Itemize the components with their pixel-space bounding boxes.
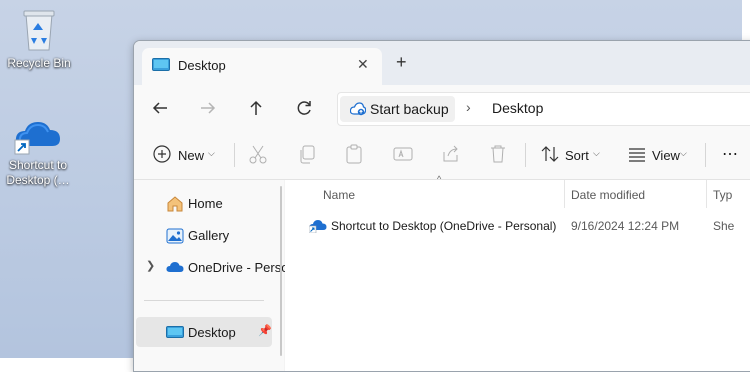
expand-chevron-icon[interactable]: ❯ [146,259,155,272]
paste-icon[interactable] [344,143,364,165]
divider [234,143,235,167]
tab-desktop[interactable]: Desktop ✕ [142,48,382,85]
navigation-pane: Home Gallery ❯ OneDrive - Perso Desktop … [134,180,288,371]
column-header-name[interactable]: Name [323,188,355,202]
sort-button[interactable]: Sort [565,148,589,163]
view-button[interactable]: View [652,148,680,163]
screenshot: Recycle Bin Shortcut to Desktop (… Deskt… [0,0,750,372]
desktop: Recycle Bin Shortcut to Desktop (… Deskt… [0,0,750,372]
sidebar-item-home[interactable]: Home [134,188,274,218]
column-divider[interactable] [564,180,565,208]
sidebar-label-home: Home [188,196,223,211]
desktop-folder-icon [152,58,170,71]
sort-chevron-down-icon[interactable]: ⌵ [593,148,600,159]
new-tab-button[interactable]: + [396,52,407,73]
recycle-bin-label: Recycle Bin [7,56,71,70]
breadcrumb-desktop[interactable]: Desktop [492,100,543,116]
file-list: ^ Name Date modified Typ Shortcut to Des… [285,174,750,371]
delete-icon[interactable] [488,143,508,165]
start-backup-button[interactable]: Start backup [340,96,455,122]
close-tab-icon[interactable]: ✕ [357,56,369,73]
pin-icon[interactable]: 📌 [258,324,272,337]
tab-bar: Desktop ✕ + [134,41,750,85]
divider [705,143,706,167]
up-arrow-icon[interactable] [244,96,268,120]
refresh-icon[interactable] [292,96,316,120]
column-divider[interactable] [706,180,707,208]
forward-arrow-icon[interactable] [196,96,220,120]
file-date-modified: 9/16/2024 12:24 PM [571,219,680,233]
navigation-bar: Start backup › Desktop [134,85,750,131]
file-type: She [713,219,735,233]
onedrive-cloud-shortcut-icon [14,122,60,155]
new-plus-icon[interactable] [152,144,172,164]
sidebar-item-onedrive[interactable]: ❯ OneDrive - Perso [134,252,288,282]
column-header-type[interactable]: Typ [713,188,732,202]
gallery-icon [166,228,184,244]
recycle-bin-icon [23,10,55,51]
rename-icon[interactable] [392,143,414,165]
shortcut-label-line1: Shortcut to [8,158,68,172]
file-name: Shortcut to Desktop (OneDrive - Personal… [331,219,557,233]
cloud-backup-icon [350,102,366,116]
file-row[interactable]: Shortcut to Desktop (OneDrive - Personal… [285,214,750,240]
desktop-folder-icon [166,326,184,338]
divider [525,143,526,167]
new-button[interactable]: New [178,148,204,163]
more-options-icon[interactable]: ⋯ [722,144,738,164]
share-icon[interactable] [440,143,462,165]
home-icon [167,196,183,212]
column-header-date-modified[interactable]: Date modified [571,188,645,202]
view-chevron-down-icon[interactable]: ⌵ [680,148,687,159]
sidebar-item-desktop[interactable]: Desktop 📌 [136,317,272,347]
sidebar-label-gallery: Gallery [188,228,230,243]
breadcrumb-separator[interactable]: › [466,99,471,115]
sort-ascending-icon: ^ [437,174,442,184]
tab-title: Desktop [178,58,226,73]
shortcut-label-line2: Desktop (… [6,173,70,187]
cut-icon[interactable] [248,143,268,165]
view-icon[interactable] [627,143,647,165]
divider [144,300,264,301]
desktop-icon-recycle-bin[interactable]: Recycle Bin [5,8,73,71]
back-arrow-icon[interactable] [148,96,172,120]
sidebar-item-gallery[interactable]: Gallery [134,220,274,250]
sort-icon[interactable] [540,143,560,165]
onedrive-shortcut-icon [309,220,327,233]
command-bar: New ⌵ Sort ⌵ View ⌵ ⋯ [134,131,750,180]
desktop-icon-onedrive-shortcut[interactable]: Shortcut to Desktop (… [4,114,72,188]
sidebar-label-desktop: Desktop [188,325,236,340]
sidebar-label-onedrive: OneDrive - Perso [188,260,289,275]
navigation-scrollbar[interactable] [280,186,282,356]
new-chevron-down-icon[interactable]: ⌵ [208,148,215,159]
address-bar[interactable]: Start backup › Desktop [337,92,750,126]
copy-icon[interactable] [297,143,317,165]
start-backup-label: Start backup [370,101,449,117]
file-explorer-window: Desktop ✕ + Start backup › Desktop New ⌵… [133,40,750,372]
onedrive-icon [166,262,184,272]
